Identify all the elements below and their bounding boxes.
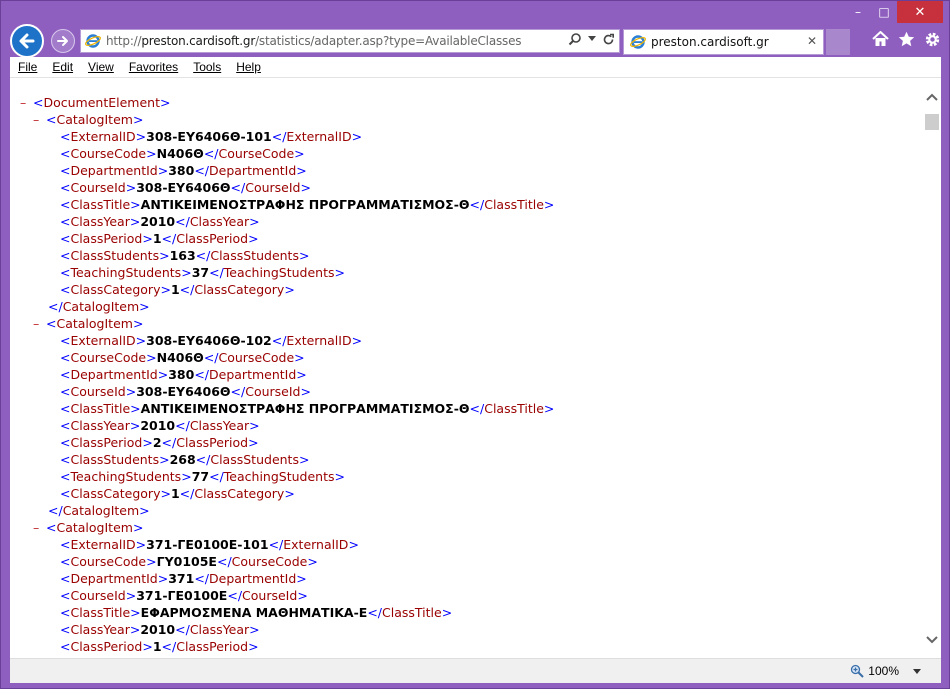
back-button[interactable]	[10, 24, 44, 58]
xml-field-classyear: <ClassYear>2010</ClassYear>	[60, 214, 260, 229]
xml-field-classtitle: <ClassTitle>ΑΝΤΙΚΕΙΜΕΝΟΣΤΡΑΦΗΣ ΠΡΟΓΡΑΜΜΑ…	[60, 401, 555, 416]
settings-gear-icon[interactable]	[923, 30, 941, 48]
collapse-toggle[interactable]: –	[20, 94, 33, 111]
new-tab-button[interactable]	[826, 29, 850, 55]
xml-field-courseid: <CourseId>371-ΓΕ0100Ε</CourseId>	[60, 588, 308, 603]
arrow-left-icon	[19, 33, 35, 49]
address-url: http://preston.cardisoft.gr/statistics/a…	[106, 34, 522, 48]
collapse-toggle[interactable]: –	[33, 111, 46, 128]
address-bar[interactable]: http://preston.cardisoft.gr/statistics/a…	[80, 29, 620, 53]
vertical-scrollbar[interactable]	[924, 78, 941, 658]
forward-button[interactable]	[51, 29, 75, 53]
zoom-control[interactable]: 100%	[850, 664, 921, 678]
xml-field-coursecode: <CourseCode>Ν406Θ</CourseCode>	[60, 146, 305, 161]
catalog-item-open[interactable]: – <CatalogItem>	[20, 519, 554, 536]
xml-field-departmentid: <DepartmentId>371</DepartmentId>	[60, 571, 307, 586]
search-icon[interactable]	[568, 32, 582, 46]
xml-field-classyear: <ClassYear>2010</ClassYear>	[60, 622, 260, 637]
zoom-dropdown-icon[interactable]	[913, 668, 921, 674]
address-tools	[568, 32, 615, 46]
maximize-button[interactable]: □	[871, 1, 897, 23]
ie-logo-icon	[85, 34, 101, 48]
xml-field-classperiod: <ClassPeriod>2</ClassPeriod>	[60, 435, 259, 450]
collapse-toggle[interactable]: –	[33, 519, 46, 536]
menu-file[interactable]: File	[18, 60, 37, 74]
xml-field-classcategory: <ClassCategory>1</ClassCategory>	[60, 486, 295, 501]
xml-field-courseid: <CourseId>308-ΕΥ6406Θ</CourseId>	[60, 384, 311, 399]
xml-field-classperiod: <ClassPeriod>1</ClassPeriod>	[60, 639, 259, 654]
xml-field-externalid: <ExternalID>371-ΓΕ0100Ε-101</ExternalID>	[60, 537, 359, 552]
menu-edit[interactable]: Edit	[52, 60, 73, 74]
xml-field-externalid: <ExternalID>308-ΕΥ6406Θ-102</ExternalID>	[60, 333, 363, 348]
xml-tree: – <DocumentElement> – <CatalogItem> <Externa…	[20, 94, 554, 655]
arrow-right-icon	[57, 36, 68, 46]
xml-field-coursecode: <CourseCode>Ν406Θ</CourseCode>	[60, 350, 305, 365]
xml-field-classtitle: <ClassTitle>ΑΝΤΙΚΕΙΜΕΝΟΣΤΡΑΦΗΣ ΠΡΟΓΡΑΜΜΑ…	[60, 197, 555, 212]
menu-tools[interactable]: Tools	[193, 60, 221, 74]
catalog-item-close: </CatalogItem>	[48, 299, 150, 314]
xml-field-teachingstudents: <TeachingStudents>37</TeachingStudents>	[60, 265, 345, 280]
xml-field-classperiod: <ClassPeriod>1</ClassPeriod>	[60, 231, 259, 246]
menu-bar: File Edit View Favorites Tools Help	[10, 57, 941, 78]
dropdown-arrow-icon[interactable]	[588, 36, 596, 42]
xml-field-classyear: <ClassYear>2010</ClassYear>	[60, 418, 260, 433]
scroll-thumb[interactable]	[925, 114, 939, 130]
refresh-icon[interactable]	[602, 33, 615, 46]
menu-view[interactable]: View	[88, 60, 114, 74]
catalog-item-close: </CatalogItem>	[48, 503, 150, 518]
home-icon[interactable]	[871, 30, 889, 48]
xml-field-teachingstudents: <TeachingStudents>77</TeachingStudents>	[60, 469, 345, 484]
catalog-item-open[interactable]: – <CatalogItem>	[20, 315, 554, 332]
toolbar-icons	[871, 30, 941, 48]
zoom-icon	[851, 664, 865, 678]
scroll-up-icon[interactable]	[926, 93, 938, 101]
close-tab-icon[interactable]: ✕	[807, 34, 817, 48]
navigation-bar: http://preston.cardisoft.gr/statistics/a…	[1, 23, 949, 58]
xml-document-view: – <DocumentElement> – <CatalogItem> <Externa…	[10, 78, 941, 658]
catalog-item-open[interactable]: – <CatalogItem>	[20, 111, 554, 128]
collapse-toggle[interactable]: –	[33, 315, 46, 332]
tab-preston[interactable]: preston.cardisoft.gr ✕	[623, 29, 824, 55]
xml-field-externalid: <ExternalID>308-ΕΥ6406Θ-101</ExternalID>	[60, 129, 363, 144]
window-caption-buttons: – □ ✕	[845, 1, 943, 23]
browser-window: – □ ✕ http://preston.cardisoft.gr/statis…	[0, 0, 950, 689]
xml-field-departmentid: <DepartmentId>380</DepartmentId>	[60, 163, 307, 178]
xml-field-classstudents: <ClassStudents>268</ClassStudents>	[60, 452, 310, 467]
scroll-down-icon[interactable]	[926, 636, 938, 644]
tab-title: preston.cardisoft.gr	[651, 35, 769, 49]
status-bar: 100%	[10, 658, 941, 683]
xml-field-classtitle: <ClassTitle>ΕΦΑΡΜΟΣΜΕΝΑ ΜΑΘΗΜΑΤΙΚΑ-Ε</Cl…	[60, 605, 453, 620]
zoom-level: 100%	[868, 664, 899, 678]
xml-field-courseid: <CourseId>308-ΕΥ6406Θ</CourseId>	[60, 180, 311, 195]
xml-field-coursecode: <CourseCode>ΓΥ0105Ε</CourseCode>	[60, 554, 318, 569]
favorites-star-icon[interactable]	[897, 30, 915, 48]
ie-tab-icon	[630, 35, 646, 49]
menu-favorites[interactable]: Favorites	[129, 60, 178, 74]
close-window-button[interactable]: ✕	[897, 1, 943, 23]
xml-field-classcategory: <ClassCategory>1</ClassCategory>	[60, 282, 295, 297]
xml-root-open[interactable]: – <DocumentElement>	[20, 94, 554, 111]
xml-field-classstudents: <ClassStudents>163</ClassStudents>	[60, 248, 310, 263]
minimize-button[interactable]: –	[845, 1, 871, 23]
menu-help[interactable]: Help	[236, 60, 261, 74]
xml-field-departmentid: <DepartmentId>380</DepartmentId>	[60, 367, 307, 382]
